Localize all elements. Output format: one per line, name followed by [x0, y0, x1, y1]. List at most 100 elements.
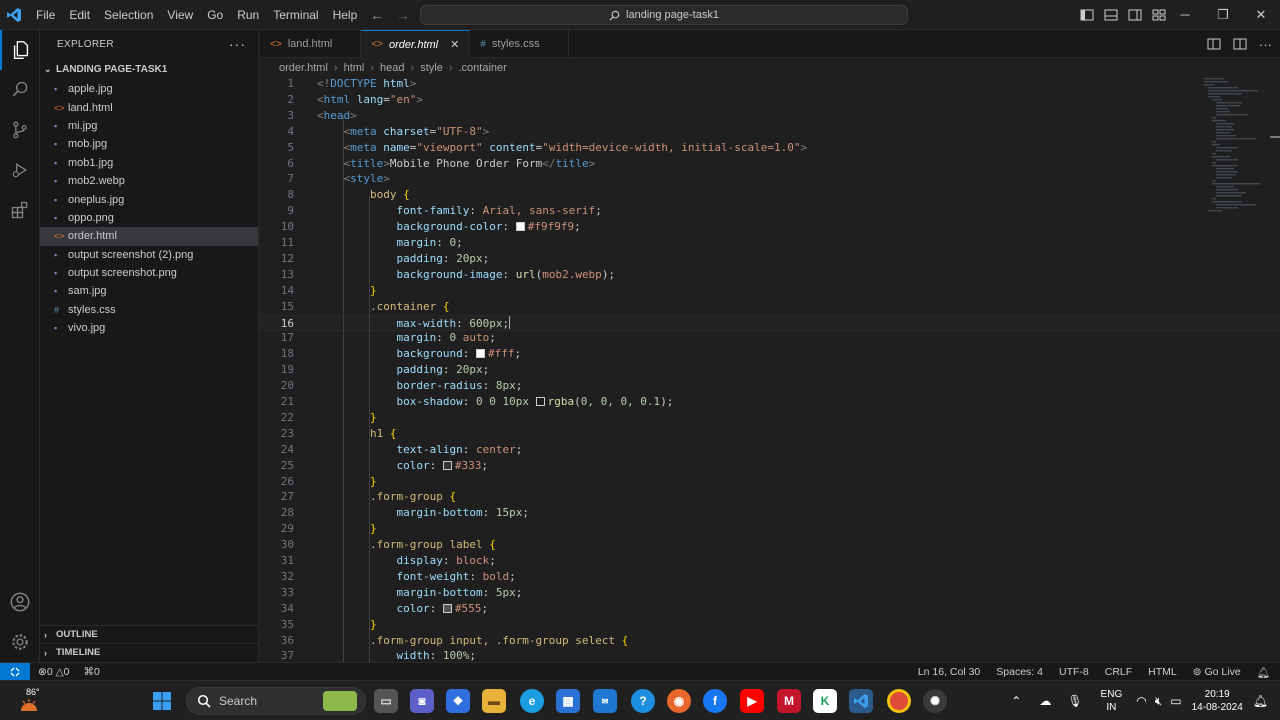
menu-item-go[interactable]: Go: [200, 0, 230, 30]
minimize-icon[interactable]: ─: [1166, 0, 1204, 30]
toggle-secondary-sidebar-icon[interactable]: [1128, 8, 1142, 22]
forward-arrow-icon[interactable]: →: [396, 7, 410, 23]
more-actions-icon[interactable]: ···: [1259, 37, 1272, 52]
explorer-icon[interactable]: [0, 30, 40, 70]
file-item[interactable]: ▪ mob1.jpg: [40, 154, 258, 172]
copilot-icon[interactable]: ❖: [446, 689, 470, 713]
ports-indicator[interactable]: ⌘0: [84, 666, 100, 678]
wifi-icon[interactable]: ◠: [1136, 694, 1146, 708]
vscode-taskbar-icon[interactable]: [849, 689, 873, 713]
help-icon[interactable]: ?: [631, 689, 655, 713]
tab-order-html[interactable]: <> order.html ✕: [361, 30, 471, 58]
code-editor[interactable]: 1 <!DOCTYPE html> 2 <html lang="en"> 3 <head>…: [260, 76, 1280, 662]
windows-start-icon[interactable]: [150, 689, 174, 713]
color-swatch-icon[interactable]: [442, 460, 452, 470]
encoding[interactable]: UTF-8: [1059, 666, 1089, 678]
toggle-primary-sidebar-icon[interactable]: [1080, 8, 1094, 22]
go-live-button[interactable]: ⊚ Go Live: [1193, 666, 1241, 678]
color-swatch-icon[interactable]: [535, 397, 545, 406]
file-item[interactable]: ▪ mob2.webp: [40, 172, 258, 190]
close-icon[interactable]: ✕: [1242, 0, 1280, 30]
more-actions-icon[interactable]: ···: [229, 36, 246, 52]
menu-item-edit[interactable]: Edit: [62, 0, 97, 30]
indentation[interactable]: Spaces: 4: [996, 666, 1043, 678]
breadcrumb-item[interactable]: head: [380, 62, 404, 74]
battery-icon[interactable]: ▭: [1170, 694, 1181, 708]
kite-icon[interactable]: K: [813, 689, 837, 713]
file-item[interactable]: ▪ oppo.png: [40, 209, 258, 227]
volume-muted-icon[interactable]: 🔇︎: [1155, 694, 1163, 709]
file-item[interactable]: ▪ vivo.jpg: [40, 319, 258, 337]
mail-app-icon[interactable]: ✉: [593, 689, 617, 713]
file-item[interactable]: ▪ mi.jpg: [40, 117, 258, 135]
clock[interactable]: 20:19 14-08-2024: [1192, 688, 1243, 714]
edge-browser-icon[interactable]: e: [520, 689, 544, 713]
search-icon[interactable]: [0, 70, 40, 110]
breadcrumb-item[interactable]: html: [344, 62, 365, 74]
settings-gear-icon[interactable]: [0, 622, 40, 662]
file-item[interactable]: <> land.html: [40, 98, 258, 116]
youtube-icon[interactable]: ▶: [740, 689, 764, 713]
microphone-icon[interactable]: 🎙︎: [1067, 694, 1082, 708]
file-item[interactable]: ▪ sam.jpg: [40, 282, 258, 300]
menu-item-view[interactable]: View: [160, 0, 200, 30]
tab-land-html[interactable]: <> land.html: [260, 30, 362, 58]
color-swatch-icon[interactable]: [475, 349, 485, 359]
file-explorer-icon[interactable]: ▬: [482, 689, 506, 713]
taskbar-search[interactable]: Search: [186, 687, 366, 715]
input-language[interactable]: ENG IN: [1101, 688, 1123, 714]
facebook-icon[interactable]: f: [703, 689, 727, 713]
file-item[interactable]: ▪ mob.jpg: [40, 135, 258, 153]
notifications-bell-icon[interactable]: 🔔︎: [1257, 666, 1270, 679]
accounts-icon[interactable]: [0, 582, 40, 622]
menu-item-run[interactable]: Run: [230, 0, 266, 30]
problems-indicator[interactable]: ⊗0 △0: [38, 666, 70, 678]
cursor-position[interactable]: Ln 16, Col 30: [918, 666, 980, 678]
split-editor-icon[interactable]: [1233, 37, 1247, 51]
show-hidden-icons-chevron-icon[interactable]: ⌃: [1011, 694, 1021, 708]
file-item[interactable]: ▪ oneplus.jpg: [40, 190, 258, 208]
file-item[interactable]: ▪ apple.jpg: [40, 80, 258, 98]
source-control-icon[interactable]: [0, 110, 40, 150]
chrome-icon[interactable]: [887, 689, 911, 713]
chatgpt-icon[interactable]: ✺: [923, 689, 947, 713]
menu-item-selection[interactable]: Selection: [97, 0, 160, 30]
restore-icon[interactable]: ❐: [1204, 0, 1242, 30]
mcafee-icon[interactable]: M: [777, 689, 801, 713]
command-center[interactable]: landing page-task1: [420, 5, 908, 25]
open-preview-icon[interactable]: [1207, 37, 1221, 51]
file-item[interactable]: ▪ output screenshot (2).png: [40, 246, 258, 264]
workspace-folder[interactable]: ⌄ LANDING PAGE-TASK1: [40, 58, 258, 80]
vertical-scrollbar[interactable]: [1270, 136, 1280, 138]
extensions-icon[interactable]: [0, 190, 40, 230]
file-item[interactable]: <> order.html: [40, 227, 258, 246]
language-mode[interactable]: HTML: [1148, 666, 1177, 678]
menu-item-terminal[interactable]: Terminal: [266, 0, 325, 30]
breadcrumb-item[interactable]: order.html: [279, 62, 328, 74]
file-item[interactable]: # styles.css: [40, 301, 258, 319]
run-debug-icon[interactable]: [0, 150, 40, 190]
toggle-panel-icon[interactable]: [1104, 8, 1118, 22]
close-tab-icon[interactable]: ✕: [450, 38, 459, 51]
customize-layout-icon[interactable]: [1152, 8, 1166, 22]
file-item[interactable]: ▪ output screenshot.png: [40, 264, 258, 282]
onedrive-cloud-icon[interactable]: ☁: [1039, 694, 1051, 708]
color-swatch-icon[interactable]: [515, 222, 525, 232]
breadcrumb-item[interactable]: style: [420, 62, 443, 74]
microsoft-store-icon[interactable]: ▦: [556, 689, 580, 713]
remote-indicator-icon[interactable]: [0, 662, 30, 681]
firefox-icon[interactable]: ◉: [667, 689, 691, 713]
tab-styles-css[interactable]: # styles.css: [470, 30, 569, 58]
minimap[interactable]: [1196, 76, 1266, 226]
outline-section[interactable]: › OUTLINE: [40, 625, 259, 643]
teams-chat-icon[interactable]: ◙: [410, 689, 434, 713]
weather-widget[interactable]: 86°: [18, 685, 48, 717]
notification-bell-icon[interactable]: 🔔︎: [1253, 694, 1268, 708]
breadcrumb-item[interactable]: .container: [459, 62, 507, 74]
end-of-line[interactable]: CRLF: [1105, 666, 1132, 678]
color-swatch-icon[interactable]: [442, 603, 452, 613]
task-view-icon[interactable]: ▭: [374, 689, 398, 713]
menu-item-help[interactable]: Help: [326, 0, 365, 30]
menu-item-file[interactable]: File: [29, 0, 62, 30]
back-arrow-icon[interactable]: ←: [370, 7, 384, 23]
